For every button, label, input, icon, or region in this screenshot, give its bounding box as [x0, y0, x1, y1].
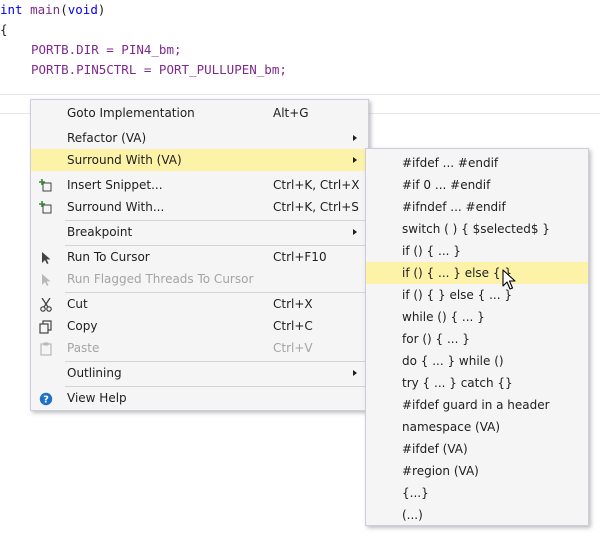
menu-item-shortcut: Alt+G: [273, 106, 309, 120]
code-keyword-void: void: [67, 2, 98, 17]
submenu-item-ifndef-endif[interactable]: #ifndef ... #endif: [366, 196, 588, 218]
submenu-item-switch[interactable]: switch ( ) { $selected$ }: [366, 218, 588, 240]
code-keyword: int: [0, 2, 23, 17]
submenu-item-label: try { ... } catch {}: [402, 376, 513, 390]
menu-item-label: Paste: [67, 341, 100, 355]
mouse-pointer-icon: [502, 269, 516, 295]
menu-item-view-help[interactable]: ? View Help: [31, 387, 368, 409]
code-line-3: PORTB.DIR = PIN4_bm;: [0, 40, 287, 60]
submenu-arrow-icon: [353, 135, 357, 141]
menu-item-label: Outlining: [67, 366, 122, 380]
menu-item-refactor-va[interactable]: Refactor (VA): [31, 127, 368, 149]
svg-text:?: ?: [43, 395, 49, 406]
surround-with-submenu: #ifdef ... #endif #if 0 ... #endif #ifnd…: [365, 148, 589, 526]
scissors-icon: [39, 297, 52, 312]
clipboard-icon: [39, 341, 52, 356]
submenu-item-label: for () { ... }: [402, 332, 470, 346]
copy-icon: [39, 319, 52, 334]
submenu-item-label: #region (VA): [402, 464, 479, 478]
code-line-1: int main(void): [0, 0, 287, 20]
submenu-item-label: #ifndef ... #endif: [402, 200, 506, 214]
menu-item-cut[interactable]: Cut Ctrl+X: [31, 293, 368, 315]
submenu-item-namespace-va[interactable]: namespace (VA): [366, 416, 588, 438]
submenu-item-label: if () { ... }: [402, 244, 461, 258]
insert-snippet-icon: [39, 178, 52, 192]
menu-item-label: Insert Snippet...: [67, 178, 163, 192]
submenu-item-label: #ifdef ... #endif: [402, 156, 499, 170]
submenu-item-label: #ifdef guard in a header: [402, 398, 550, 412]
code-line-4: PORTB.PIN5CTRL = PORT_PULLUPEN_bm;: [0, 60, 287, 80]
menu-item-label: Refactor (VA): [67, 131, 147, 145]
code-function-name: main: [30, 2, 61, 17]
menu-item-copy[interactable]: Copy Ctrl+C: [31, 315, 368, 337]
submenu-item-ifdef-va[interactable]: #ifdef (VA): [366, 438, 588, 460]
menu-item-label: Cut: [67, 297, 88, 311]
menu-item-label: Surround With (VA): [67, 153, 182, 167]
menu-item-shortcut: Ctrl+C: [273, 319, 313, 333]
submenu-item-region-va[interactable]: #region (VA): [366, 460, 588, 482]
menu-item-label: Breakpoint: [67, 225, 133, 239]
submenu-item-label: #ifdef (VA): [402, 442, 468, 456]
menu-item-label: View Help: [67, 391, 127, 405]
submenu-item-if0-endif[interactable]: #if 0 ... #endif: [366, 174, 588, 196]
context-menu: Goto Implementation Alt+G Refactor (VA) …: [30, 99, 369, 411]
code-line-2: {: [0, 22, 8, 37]
menu-item-surround-with[interactable]: Surround With... Ctrl+K, Ctrl+S: [31, 196, 368, 218]
menu-item-outlining[interactable]: Outlining: [31, 362, 368, 384]
menu-item-label: Goto Implementation: [67, 106, 195, 120]
menu-item-breakpoint[interactable]: Breakpoint: [31, 221, 368, 243]
menu-item-label: Run To Cursor: [67, 250, 150, 264]
submenu-item-label: switch ( ) { $selected$ }: [402, 222, 550, 236]
submenu-arrow-icon: [353, 370, 357, 376]
menu-item-insert-snippet[interactable]: Insert Snippet... Ctrl+K, Ctrl+X: [31, 174, 368, 196]
submenu-item-ifdef-endif[interactable]: #ifdef ... #endif: [366, 152, 588, 174]
menu-item-shortcut: Ctrl+V: [273, 341, 313, 355]
submenu-item-do-while[interactable]: do { ... } while (): [366, 350, 588, 372]
menu-item-paste[interactable]: Paste Ctrl+V: [31, 337, 368, 359]
submenu-item-label: while () { ... }: [402, 310, 485, 324]
submenu-arrow-icon: [353, 157, 357, 163]
submenu-item-label: (...): [402, 508, 423, 522]
surround-with-icon: [39, 200, 52, 214]
menu-item-label: Copy: [67, 319, 98, 333]
run-to-cursor-icon: [39, 250, 51, 264]
run-flagged-threads-icon: [39, 272, 51, 286]
code-paren-open: (: [60, 2, 68, 17]
submenu-arrow-icon: [353, 229, 357, 235]
code-editor[interactable]: int main(void) { PORTB.DIR = PIN4_bm; PO…: [0, 0, 287, 80]
submenu-item-label: if () { } else { ... }: [402, 288, 512, 302]
submenu-item-try-catch[interactable]: try { ... } catch {}: [366, 372, 588, 394]
menu-item-label: Surround With...: [67, 200, 165, 214]
submenu-item-if-else-2[interactable]: if () { } else { ... }: [366, 284, 588, 306]
submenu-item-label: do { ... } while (): [402, 354, 504, 368]
menu-item-label: Run Flagged Threads To Cursor: [67, 272, 254, 286]
submenu-item-label: #if 0 ... #endif: [402, 178, 491, 192]
submenu-item-while[interactable]: while () { ... }: [366, 306, 588, 328]
code-statement: PORTB.DIR = PIN4_bm;: [31, 42, 182, 57]
submenu-item-label: namespace (VA): [402, 420, 501, 434]
code-paren-close: ): [97, 2, 106, 17]
menu-item-shortcut: Ctrl+F10: [273, 250, 327, 264]
menu-item-goto-implementation[interactable]: Goto Implementation Alt+G: [31, 102, 368, 124]
submenu-item-if-else[interactable]: if () { ... } else { }: [366, 262, 588, 284]
submenu-item-ifdef-guard[interactable]: #ifdef guard in a header: [366, 394, 588, 416]
menu-item-shortcut: Ctrl+K, Ctrl+S: [273, 200, 359, 214]
submenu-item-braces[interactable]: {...}: [366, 482, 588, 504]
submenu-item-label: {...}: [402, 486, 429, 500]
menu-item-surround-with-va[interactable]: Surround With (VA): [31, 149, 368, 171]
menu-item-shortcut: Ctrl+K, Ctrl+X: [273, 178, 360, 192]
menu-item-run-to-cursor[interactable]: Run To Cursor Ctrl+F10: [31, 246, 368, 268]
help-icon: ?: [39, 391, 53, 406]
submenu-item-if[interactable]: if () { ... }: [366, 240, 588, 262]
submenu-item-for[interactable]: for () { ... }: [366, 328, 588, 350]
submenu-item-parens[interactable]: (...): [366, 504, 588, 526]
menu-item-shortcut: Ctrl+X: [273, 297, 313, 311]
submenu-item-label: if () { ... } else { }: [402, 266, 512, 280]
menu-item-run-flagged-threads[interactable]: Run Flagged Threads To Cursor: [31, 268, 368, 290]
code-statement: PORTB.PIN5CTRL = PORT_PULLUPEN_bm;: [31, 62, 287, 77]
